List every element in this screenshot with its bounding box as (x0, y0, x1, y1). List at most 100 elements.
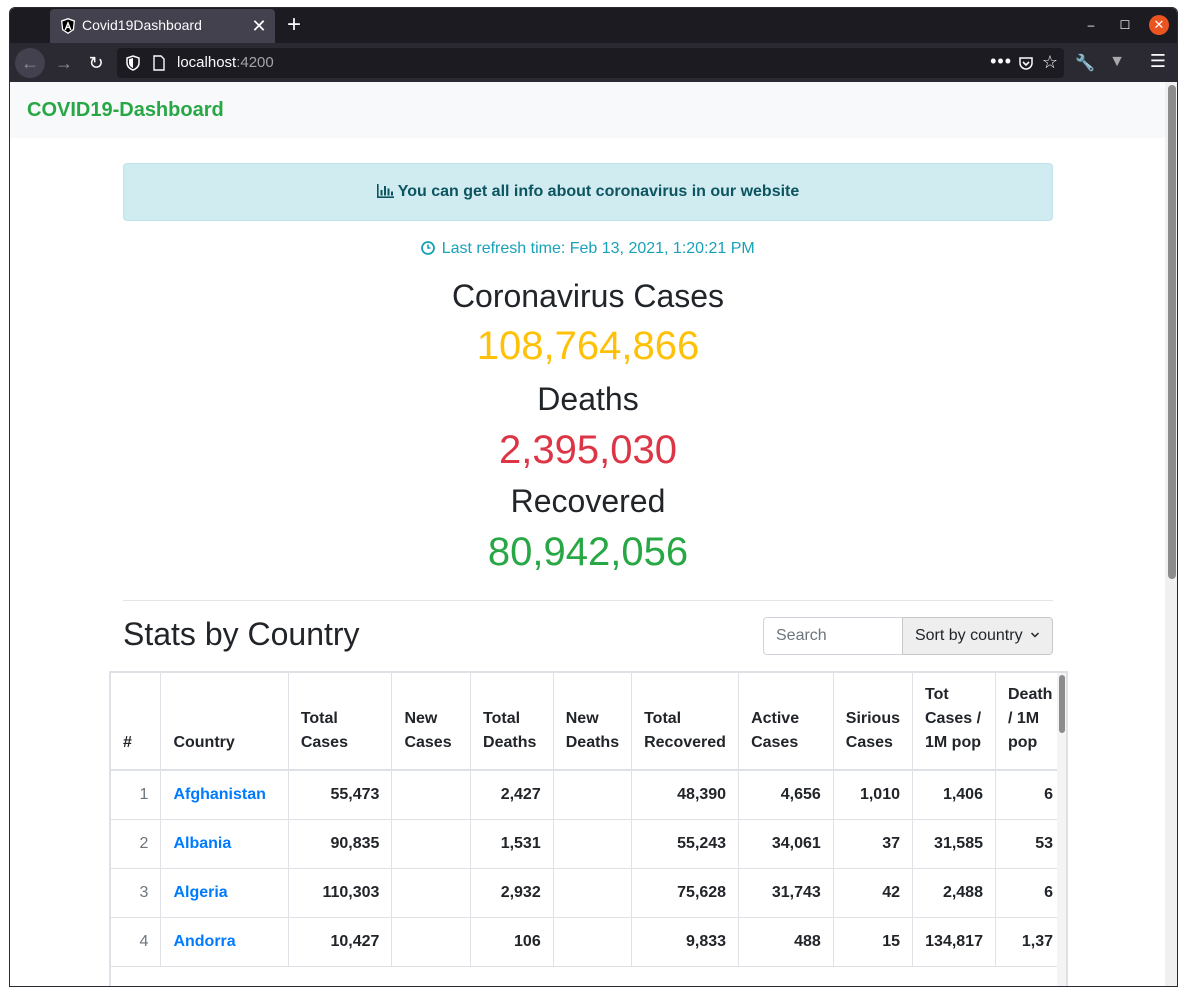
table-cell: 34,061 (738, 819, 834, 869)
close-tab-icon[interactable]: ✕ (247, 14, 271, 38)
column-header: New Cases (391, 673, 472, 771)
table-cell: 90,835 (288, 819, 393, 869)
table-cell: 10,427 (288, 917, 393, 967)
table-cell: 6 (995, 868, 1066, 918)
column-header: Active Cases (738, 673, 834, 771)
table-cell: 488 (738, 917, 834, 967)
column-header: Tot Cases / 1M pop (912, 673, 996, 771)
table-cell: 1,37 (995, 917, 1066, 967)
cases-value: 108,764,866 (476, 324, 700, 368)
tab-bar: Covid19Dashboard ✕ + ‒ ☐ ✕ (10, 8, 1177, 43)
clock-icon (421, 241, 436, 255)
table-cell: 75,628 (631, 868, 740, 918)
back-button[interactable]: ← (15, 48, 45, 78)
row-index: 1 (111, 770, 162, 820)
table-cell: 2,488 (912, 868, 996, 918)
table-cell (391, 770, 472, 820)
page-scrollbar[interactable] (1165, 82, 1177, 986)
table-row[interactable]: 2 Albania 90,835 1,531 55,243 34,061 37 31,585 5… (111, 819, 1066, 869)
column-header: Total Cases (288, 673, 393, 771)
row-index: 4 (111, 917, 162, 967)
alert-text: You can get all info about coronavirus i… (397, 183, 800, 200)
extension-icon[interactable]: ▼ (1107, 53, 1127, 73)
column-header: New Deaths (553, 673, 633, 771)
forward-button[interactable]: → (49, 48, 79, 78)
url-text[interactable]: localhost:4200 (177, 54, 274, 71)
table-cell: 37 (833, 819, 914, 869)
page-scrollbar-thumb[interactable] (1168, 85, 1176, 579)
table-cell: 1,406 (912, 770, 996, 820)
recovered-label: Recovered (510, 483, 666, 519)
table-cell (553, 917, 633, 967)
table-cell: 31,743 (738, 868, 834, 918)
table-cell: 42 (833, 868, 914, 918)
chevron-down-icon (1031, 632, 1040, 638)
column-header: Death / 1M pop (995, 673, 1066, 771)
bookmark-star-icon[interactable]: ☆ (1042, 52, 1058, 73)
pocket-icon[interactable] (1018, 55, 1034, 71)
divider (123, 600, 1053, 601)
section-title: Stats by Country (123, 616, 360, 652)
wrench-icon[interactable]: 🔧 (1075, 53, 1095, 73)
table-cell (553, 770, 633, 820)
table-cell: 6 (995, 770, 1066, 820)
info-alert: You can get all info about coronavirus i… (123, 163, 1053, 221)
menu-icon[interactable]: ☰ (1148, 51, 1168, 71)
browser-toolbar: ← → ↻ localhost:4200 ••• ☆ 🔧 ▼ ☰ (10, 43, 1177, 82)
stats-table: # Country Total Cases New Cases Total Deaths… (111, 673, 1066, 967)
table-cell: 55,473 (288, 770, 393, 820)
recovered-value: 80,942,056 (487, 530, 689, 574)
table-cell (391, 819, 472, 869)
sort-label: Sort by country (914, 627, 1023, 644)
column-header: # (111, 673, 162, 771)
sort-dropdown[interactable]: Sort by country (902, 617, 1053, 655)
more-icon[interactable]: ••• (990, 51, 1012, 72)
brand-link[interactable]: COVID19-Dashboard (27, 99, 224, 122)
table-cell: 110,303 (288, 868, 393, 918)
table-cell (553, 819, 633, 869)
stats-table-wrapper[interactable]: # Country Total Cases New Cases Total Deaths… (109, 671, 1068, 986)
cases-label: Coronavirus Cases (451, 278, 725, 314)
table-row[interactable]: 1 Afghanistan 55,473 2,427 48,390 4,656 1,010 1… (111, 770, 1066, 820)
new-tab-button[interactable]: + (280, 11, 308, 39)
table-scrollbar-thumb[interactable] (1059, 675, 1065, 733)
maximize-icon[interactable]: ☐ (1115, 15, 1135, 35)
table-cell (391, 868, 472, 918)
browser-tab[interactable]: Covid19Dashboard ✕ (50, 9, 275, 43)
deaths-label: Deaths (537, 381, 639, 417)
table-cell: 1,531 (470, 819, 554, 869)
bar-chart-icon (376, 184, 394, 198)
country-link[interactable]: Andorra (160, 917, 289, 967)
reload-button[interactable]: ↻ (81, 48, 111, 78)
country-link[interactable]: Afghanistan (160, 770, 289, 820)
table-header: # Country Total Cases New Cases Total Deaths… (111, 673, 1066, 771)
row-index: 3 (111, 868, 162, 918)
app-navbar: COVID19-Dashboard (10, 82, 1165, 138)
table-cell: 9,833 (631, 917, 740, 967)
close-window-icon[interactable]: ✕ (1149, 15, 1169, 35)
column-header: Total Deaths (470, 673, 554, 771)
browser-window: Covid19Dashboard ✕ + ‒ ☐ ✕ ← → ↻ localho… (9, 7, 1178, 987)
table-row[interactable]: 3 Algeria 110,303 2,932 75,628 31,743 42 2,488 6 (111, 868, 1066, 918)
table-cell (391, 917, 472, 967)
minimize-icon[interactable]: ‒ (1081, 15, 1101, 35)
search-input[interactable] (763, 617, 903, 655)
table-cell: 2,932 (470, 868, 554, 918)
table-cell: 48,390 (631, 770, 740, 820)
refresh-time: Last refresh time: Feb 13, 2021, 1:20:21… (123, 240, 1053, 258)
table-row[interactable]: 4 Andorra 10,427 106 9,833 488 15 134,817 1,37 (111, 917, 1066, 967)
angular-icon (61, 18, 75, 34)
page-icon (153, 55, 165, 71)
table-cell: 53 (995, 819, 1066, 869)
address-bar[interactable]: localhost:4200 ••• ☆ (117, 48, 1064, 78)
tab-title: Covid19Dashboard (82, 17, 202, 33)
row-index: 2 (111, 819, 162, 869)
shield-icon[interactable] (125, 55, 141, 71)
table-cell: 4,656 (738, 770, 834, 820)
country-link[interactable]: Algeria (160, 868, 289, 918)
country-link[interactable]: Albania (160, 819, 289, 869)
table-cell: 2,427 (470, 770, 554, 820)
table-scrollbar[interactable] (1057, 673, 1066, 986)
column-header: Total Recovered (631, 673, 740, 771)
table-cell (553, 868, 633, 918)
